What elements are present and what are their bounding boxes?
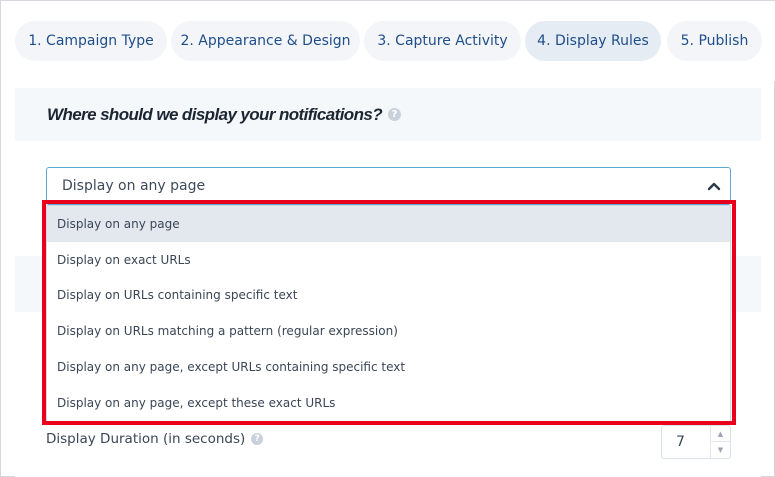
tab-capture-activity[interactable]: 3. Capture Activity xyxy=(364,21,521,61)
decrement-arrow-icon[interactable]: ▼ xyxy=(711,442,730,458)
display-duration-input[interactable]: 7 ▲ ▼ xyxy=(661,425,731,459)
question-circle-icon[interactable]: ? xyxy=(251,433,264,445)
tab-display-rules[interactable]: 4. Display Rules xyxy=(525,21,661,61)
select-value: Display on any page xyxy=(62,178,206,194)
number-spinner: ▲ ▼ xyxy=(710,426,730,458)
question-title: Where should we display your notificatio… xyxy=(47,104,383,124)
question-header: Where should we display your notificatio… xyxy=(15,88,761,141)
chevron-up-icon[interactable] xyxy=(706,178,722,194)
tab-appearance-design[interactable]: 2. Appearance & Design xyxy=(171,21,360,61)
display-duration-label: Display Duration (in seconds) ? xyxy=(46,431,264,447)
tab-publish[interactable]: 5. Publish xyxy=(667,21,762,61)
option-any-page-except-containing[interactable]: Display on any page, except URLs contain… xyxy=(47,349,730,385)
question-circle-icon[interactable]: ? xyxy=(388,108,402,121)
step-tabs: 1. Campaign Type 2. Appearance & Design … xyxy=(1,1,775,81)
display-location-options: Display on any page Display on exact URL… xyxy=(46,205,731,423)
option-any-page-except-exact[interactable]: Display on any page, except these exact … xyxy=(47,385,730,421)
increment-arrow-icon[interactable]: ▲ xyxy=(711,426,730,442)
duration-label-text: Display Duration (in seconds) xyxy=(46,431,246,447)
option-urls-matching-pattern[interactable]: Display on URLs matching a pattern (regu… xyxy=(47,313,730,349)
duration-value: 7 xyxy=(676,434,685,450)
option-exact-urls[interactable]: Display on exact URLs xyxy=(47,242,730,278)
display-location-select[interactable]: Display on any page xyxy=(46,167,731,205)
option-any-page[interactable]: Display on any page xyxy=(47,206,730,242)
option-urls-containing-text[interactable]: Display on URLs containing specific text xyxy=(47,278,730,314)
tab-campaign-type[interactable]: 1. Campaign Type xyxy=(15,21,167,61)
